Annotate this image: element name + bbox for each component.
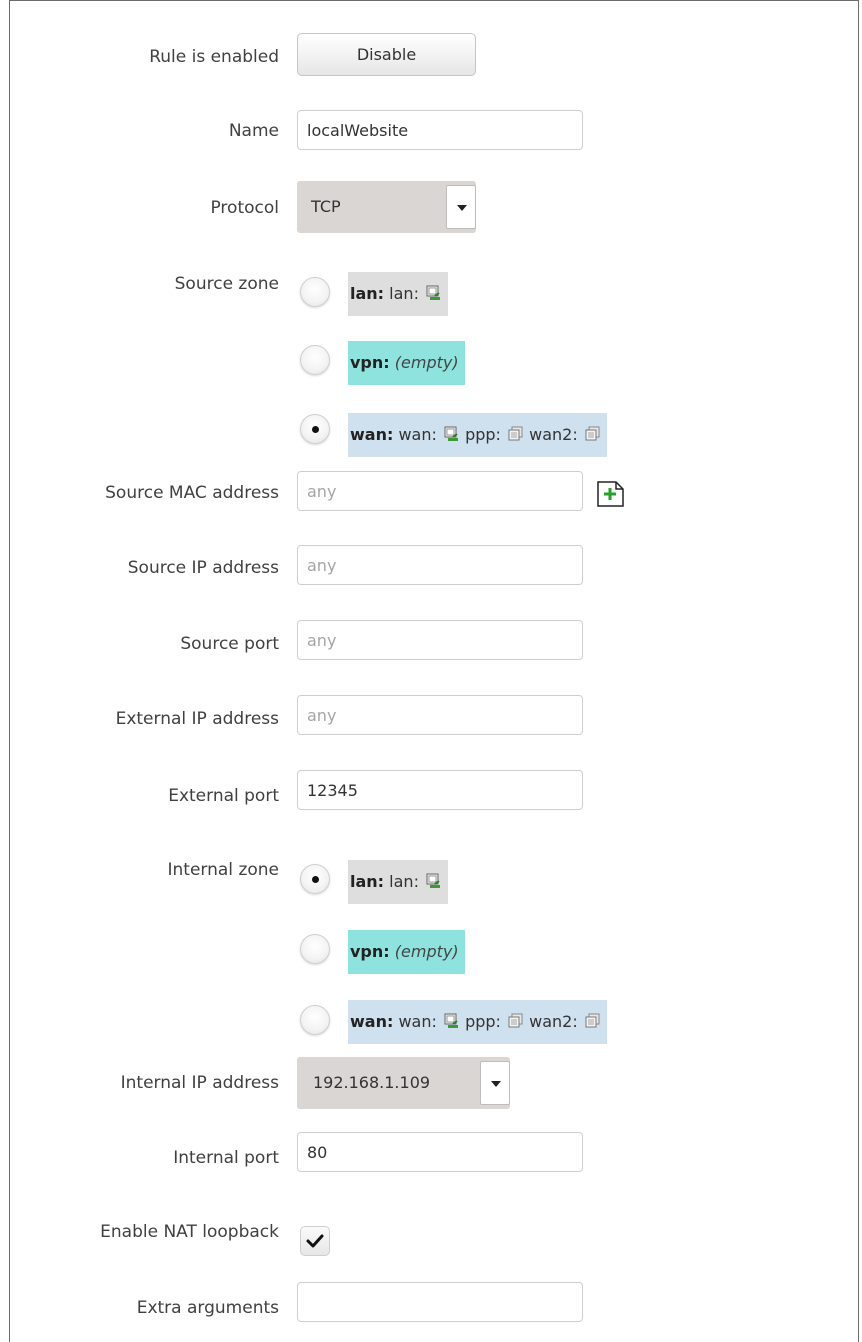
protocol-label: Protocol bbox=[210, 198, 279, 218]
zone-name: lan: bbox=[350, 872, 385, 891]
checkmark-icon bbox=[306, 1234, 324, 1248]
zone-name: vpn: bbox=[350, 942, 390, 961]
extra-args-label: Extra arguments bbox=[136, 1298, 279, 1318]
zone-extra: wan2: bbox=[529, 425, 578, 444]
source-zone-lan-radio[interactable] bbox=[300, 277, 330, 307]
zone-name: wan: bbox=[350, 425, 394, 444]
name-input[interactable] bbox=[297, 110, 583, 150]
source-zone-wan-label: wan: wan: ppp: wan2: bbox=[348, 413, 607, 457]
internal-zone-vpn-radio[interactable] bbox=[300, 934, 330, 964]
source-zone-vpn-radio[interactable] bbox=[300, 345, 330, 375]
zone-extra: wan2: bbox=[529, 1012, 578, 1031]
protocol-value: TCP bbox=[311, 197, 341, 216]
zone-detail: (empty) bbox=[394, 353, 459, 372]
nat-loopback-label: Enable NAT loopback bbox=[100, 1222, 279, 1242]
source-zone-wan-radio[interactable] bbox=[300, 414, 330, 444]
interface-icon bbox=[508, 415, 524, 441]
internal-ip-select[interactable]: 192.168.1.109 bbox=[297, 1057, 510, 1109]
source-port-input[interactable] bbox=[297, 620, 583, 660]
interface-icon bbox=[508, 1002, 524, 1028]
chevron-down-icon[interactable] bbox=[446, 185, 476, 229]
internal-ip-row: Internal IP address 192.168.1.109 bbox=[0, 1057, 862, 1109]
source-mac-input[interactable] bbox=[297, 471, 583, 511]
zone-name: vpn: bbox=[350, 353, 390, 372]
internal-zone-lan-radio[interactable] bbox=[300, 864, 330, 894]
zone-detail: wan: bbox=[398, 425, 437, 444]
name-label: Name bbox=[228, 121, 279, 141]
source-ip-label: Source IP address bbox=[127, 558, 279, 578]
internal-ip-label: Internal IP address bbox=[120, 1073, 279, 1093]
zone-extra: ppp: bbox=[465, 425, 501, 444]
ethernet-icon bbox=[444, 1002, 460, 1028]
zone-name: wan: bbox=[350, 1012, 394, 1031]
protocol-row: Protocol TCP bbox=[0, 181, 862, 233]
ethernet-icon bbox=[444, 415, 460, 441]
interface-icon bbox=[585, 415, 601, 441]
interface-icon bbox=[585, 1002, 601, 1028]
ethernet-icon bbox=[426, 274, 442, 300]
zone-extra: ppp: bbox=[465, 1012, 501, 1031]
source-zone-label: Source zone bbox=[174, 274, 279, 294]
ethernet-icon bbox=[426, 862, 442, 888]
internal-port-input[interactable] bbox=[297, 1132, 583, 1172]
internal-zone-label: Internal zone bbox=[167, 860, 279, 880]
internal-zone-vpn-label: vpn: (empty) bbox=[348, 930, 465, 974]
extra-args-input[interactable] bbox=[297, 1282, 583, 1322]
internal-zone-wan-label: wan: wan: ppp: wan2: bbox=[348, 1000, 607, 1044]
internal-zone-wan-radio[interactable] bbox=[300, 1005, 330, 1035]
source-zone-lan-label: lan: lan: bbox=[348, 272, 449, 316]
zone-detail: lan: bbox=[389, 284, 419, 303]
rule-enabled-label: Rule is enabled bbox=[149, 47, 279, 67]
internal-port-label: Internal port bbox=[173, 1148, 279, 1168]
source-mac-label: Source MAC address bbox=[105, 483, 279, 503]
internal-ip-value: 192.168.1.109 bbox=[313, 1073, 431, 1092]
zone-detail: lan: bbox=[389, 872, 419, 891]
external-ip-label: External IP address bbox=[115, 709, 279, 729]
zone-detail: wan: bbox=[398, 1012, 437, 1031]
external-port-label: External port bbox=[168, 786, 279, 806]
zone-name: lan: bbox=[350, 284, 385, 303]
chevron-down-icon[interactable] bbox=[480, 1061, 510, 1105]
source-port-label: Source port bbox=[180, 634, 279, 654]
disable-button[interactable]: Disable bbox=[297, 33, 476, 76]
external-port-input[interactable] bbox=[297, 770, 583, 810]
protocol-select[interactable]: TCP bbox=[297, 181, 476, 233]
internal-zone-lan-label: lan: lan: bbox=[348, 860, 449, 904]
source-ip-input[interactable] bbox=[297, 545, 583, 585]
external-ip-input[interactable] bbox=[297, 695, 583, 735]
nat-loopback-checkbox[interactable] bbox=[300, 1226, 330, 1256]
source-zone-vpn-label: vpn: (empty) bbox=[348, 341, 465, 385]
zone-detail: (empty) bbox=[394, 942, 459, 961]
add-icon[interactable] bbox=[596, 480, 626, 513]
